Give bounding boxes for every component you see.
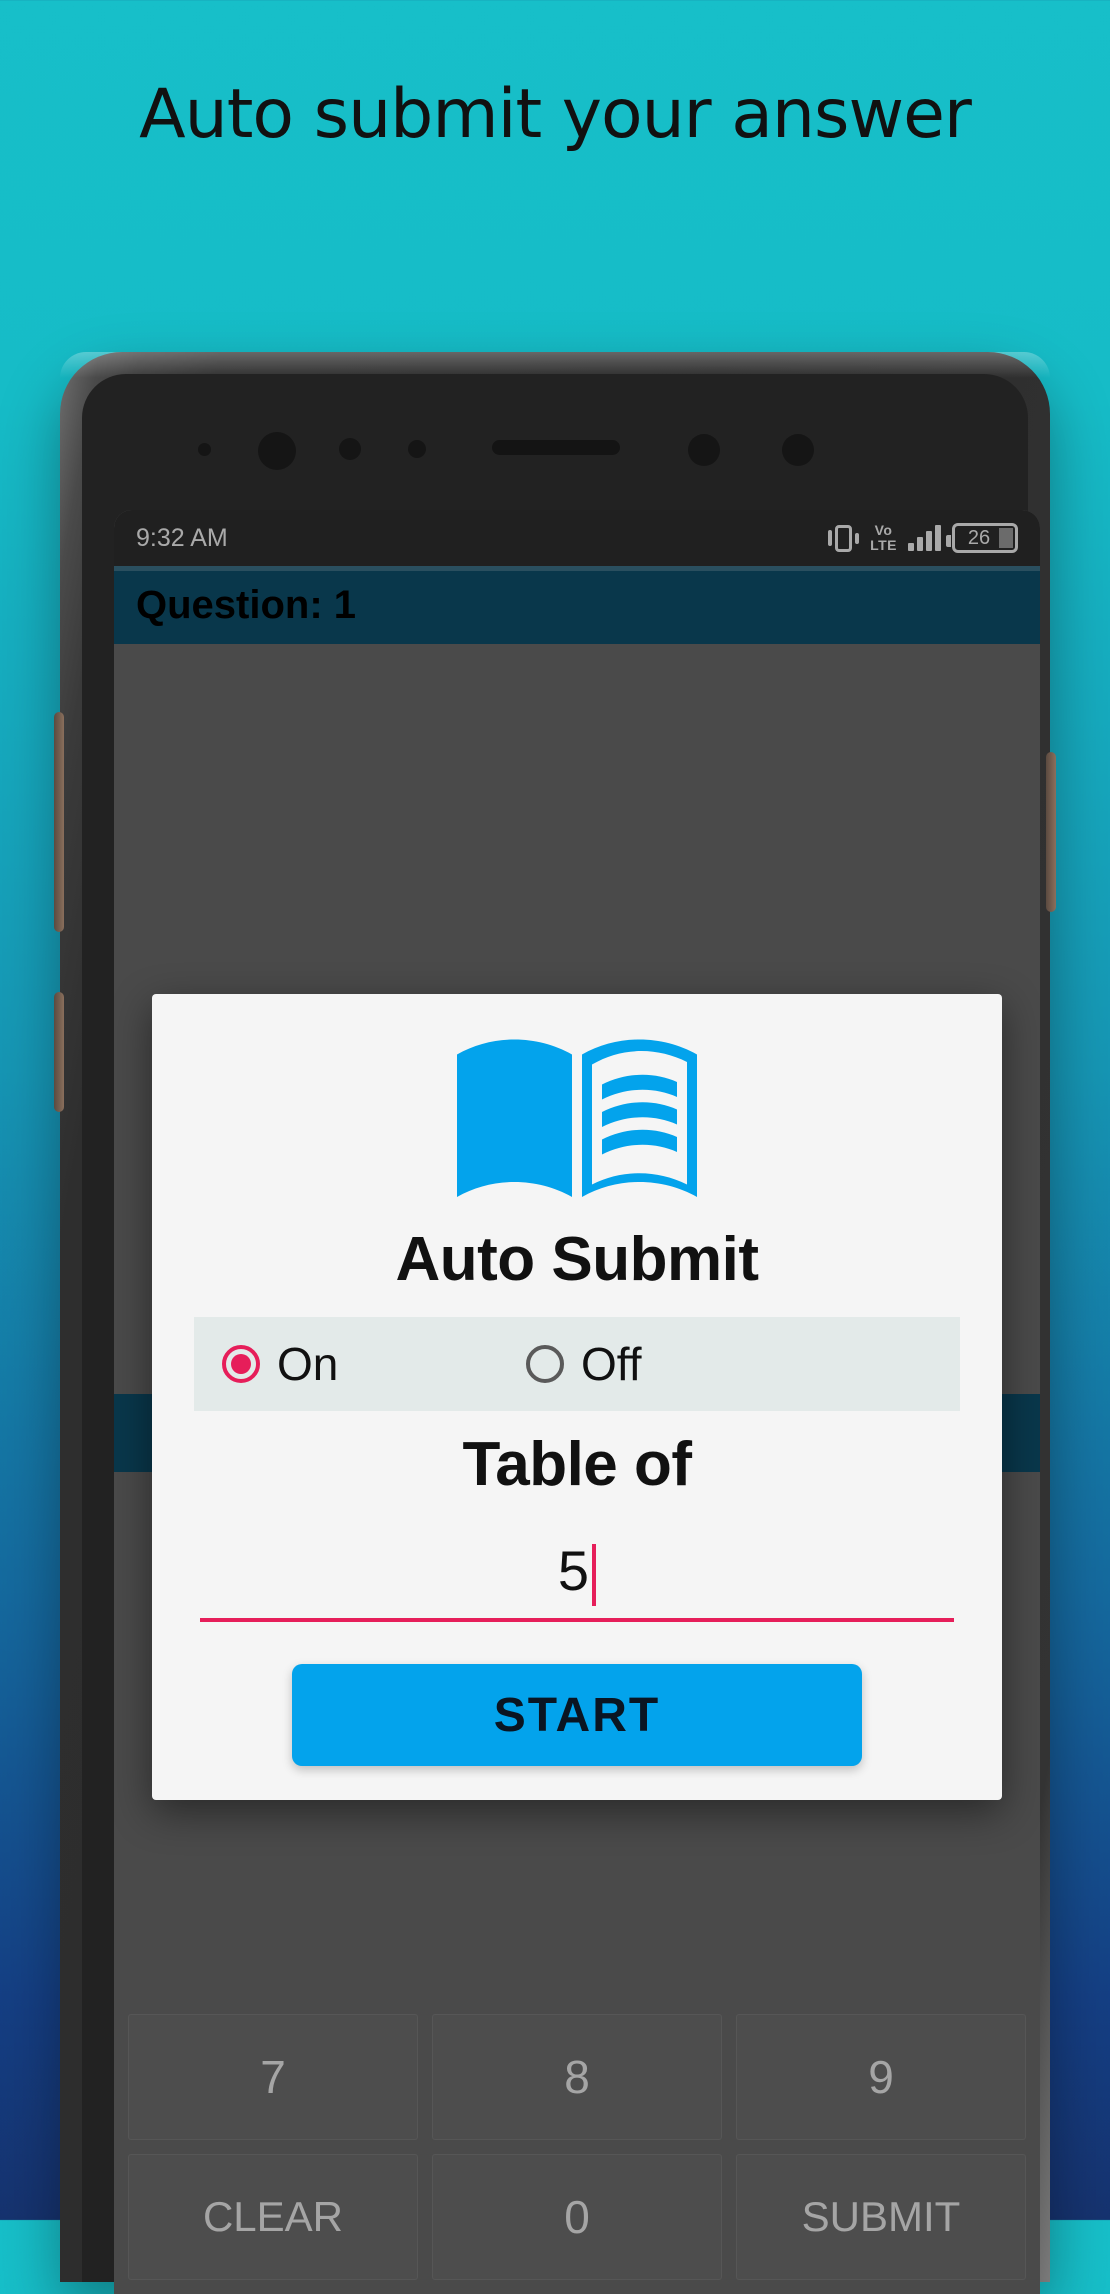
promo-headline: Auto submit your answer	[139, 75, 972, 154]
auto-submit-dialog: Auto Submit On Off Table of 5 START	[152, 994, 1002, 1800]
secondary-camera-icon	[688, 434, 720, 466]
led-indicator-icon	[782, 434, 814, 466]
table-of-label: Table of	[462, 1430, 692, 1499]
power-button	[1046, 752, 1056, 912]
dialog-title: Auto Submit	[395, 1225, 760, 1294]
radio-off-label: Off	[581, 1338, 642, 1390]
phone-sensor-row	[82, 426, 1028, 470]
table-number-field[interactable]: 5	[200, 1526, 954, 1622]
text-caret	[592, 1544, 597, 1606]
phone-mockup: 9:32 AM Vo LTE 26 Question: 1 7 8 9 CLEA…	[54, 352, 1056, 2294]
front-camera-icon	[258, 432, 296, 470]
open-book-icon	[457, 1039, 697, 1197]
assistant-button	[54, 992, 64, 1112]
proximity-sensor-icon	[339, 438, 361, 460]
radio-on-label: On	[277, 1338, 339, 1390]
light-sensor-icon	[198, 443, 211, 456]
phone-bezel: 9:32 AM Vo LTE 26 Question: 1 7 8 9 CLEA…	[82, 374, 1040, 2294]
table-number-value: 5	[557, 1539, 590, 1602]
start-button[interactable]: START	[292, 1664, 862, 1766]
radio-off-icon[interactable]	[526, 1345, 564, 1383]
radio-on-icon[interactable]	[222, 1345, 260, 1383]
dialog-icon-wrap	[152, 1032, 1002, 1202]
ir-sensor-icon	[408, 440, 426, 458]
auto-submit-radio-group: On Off	[194, 1317, 960, 1411]
volume-button	[54, 712, 64, 932]
phone-screen: 9:32 AM Vo LTE 26 Question: 1 7 8 9 CLEA…	[114, 510, 1040, 2294]
table-number-value-wrap: 5	[200, 1538, 954, 1606]
earpiece-speaker	[492, 440, 620, 455]
field-underline	[200, 1618, 954, 1622]
radio-option-on[interactable]: On	[222, 1337, 522, 1391]
radio-option-off[interactable]: Off	[526, 1337, 642, 1391]
